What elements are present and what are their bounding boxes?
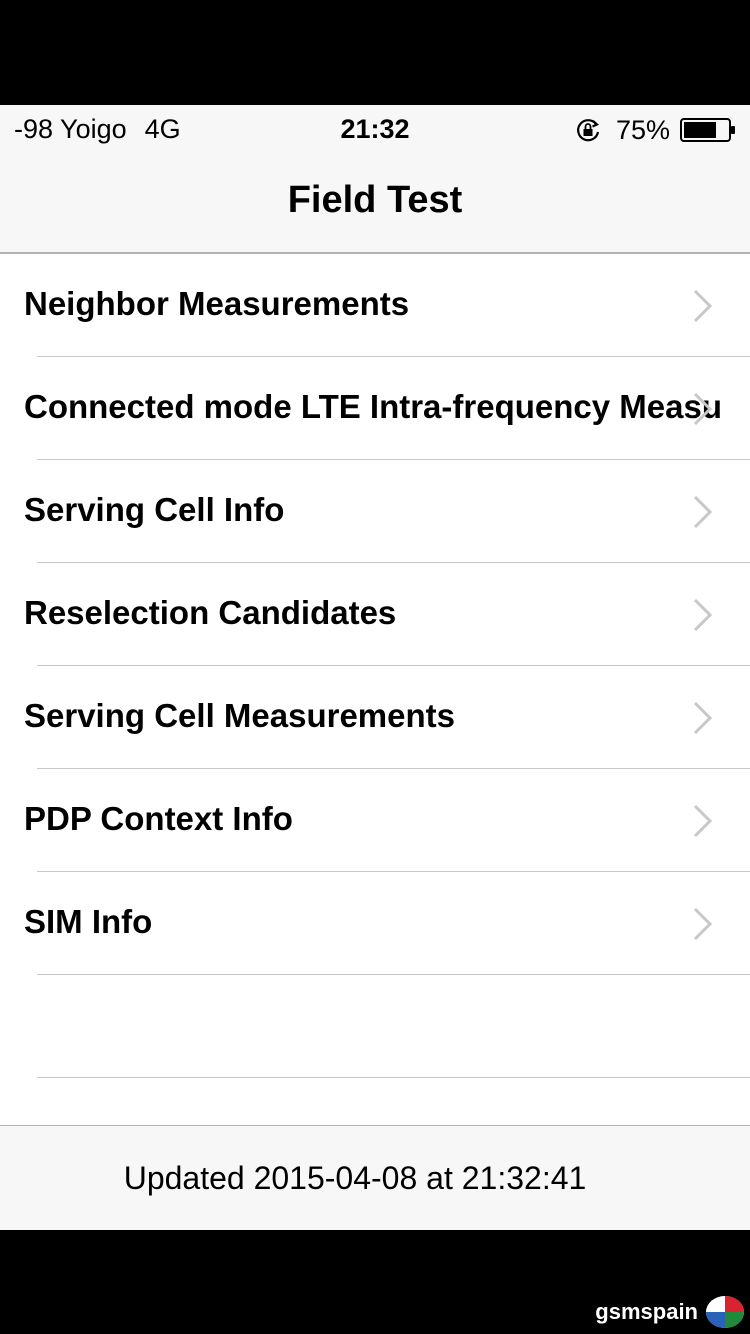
- list-item-label: Connected mode LTE Intra-frequency Measu: [24, 388, 722, 425]
- status-right-area: 75%: [574, 114, 736, 146]
- page-title: Field Test: [287, 179, 463, 221]
- list-item-lte-intra-frequency[interactable]: Connected mode LTE Intra-frequency Measu: [0, 357, 750, 460]
- field-test-menu: Neighbor Measurements Connected mode LTE…: [0, 254, 750, 1078]
- list-item-label: PDP Context Info: [24, 800, 293, 837]
- list-item-serving-cell-info[interactable]: Serving Cell Info: [0, 460, 750, 563]
- list-item-label: SIM Info: [24, 903, 153, 940]
- watermark: gsmspain: [595, 1294, 746, 1330]
- status-bar: -98 Yoigo 4G 21:32 75%: [0, 105, 750, 155]
- list-item-empty: [0, 975, 750, 1078]
- battery-icon: [680, 118, 735, 142]
- chevron-right-icon: [693, 701, 713, 735]
- chevron-right-icon: [693, 907, 713, 941]
- chevron-right-icon: [693, 495, 713, 529]
- list-item-label: Serving Cell Measurements: [24, 697, 455, 734]
- orientation-lock-icon: [577, 119, 600, 142]
- battery-percent: 75%: [615, 114, 670, 145]
- toolbar-footer: Updated 2015-04-08 at 21:32:41: [0, 1125, 750, 1230]
- list-item-label: Neighbor Measurements: [24, 285, 410, 322]
- letterbox-bottom: gsmspain: [0, 1230, 750, 1334]
- list-item-sim-info[interactable]: SIM Info: [0, 872, 750, 975]
- gsmspain-logo-icon: [706, 1296, 744, 1328]
- chevron-right-icon: [693, 289, 713, 323]
- list-item-label: Reselection Candidates: [24, 594, 397, 631]
- chevron-right-icon: [693, 392, 713, 426]
- chevron-right-icon: [693, 598, 713, 632]
- chevron-right-icon: [693, 804, 713, 838]
- navigation-bar: -98 Yoigo 4G 21:32 75% Field Test: [0, 105, 750, 254]
- iphone-screen: -98 Yoigo 4G 21:32 75% Field Test Neighb…: [0, 105, 750, 1230]
- list-item-label: Serving Cell Info: [24, 491, 285, 528]
- list-item-pdp-context-info[interactable]: PDP Context Info: [0, 769, 750, 872]
- list-item-reselection-candidates[interactable]: Reselection Candidates: [0, 563, 750, 666]
- watermark-text: gsmspain: [595, 1299, 698, 1324]
- list-item-neighbor-measurements[interactable]: Neighbor Measurements: [0, 254, 750, 357]
- letterbox-top: [0, 0, 750, 105]
- updated-timestamp: Updated 2015-04-08 at 21:32:41: [123, 1160, 587, 1196]
- list-item-serving-cell-measurements[interactable]: Serving Cell Measurements: [0, 666, 750, 769]
